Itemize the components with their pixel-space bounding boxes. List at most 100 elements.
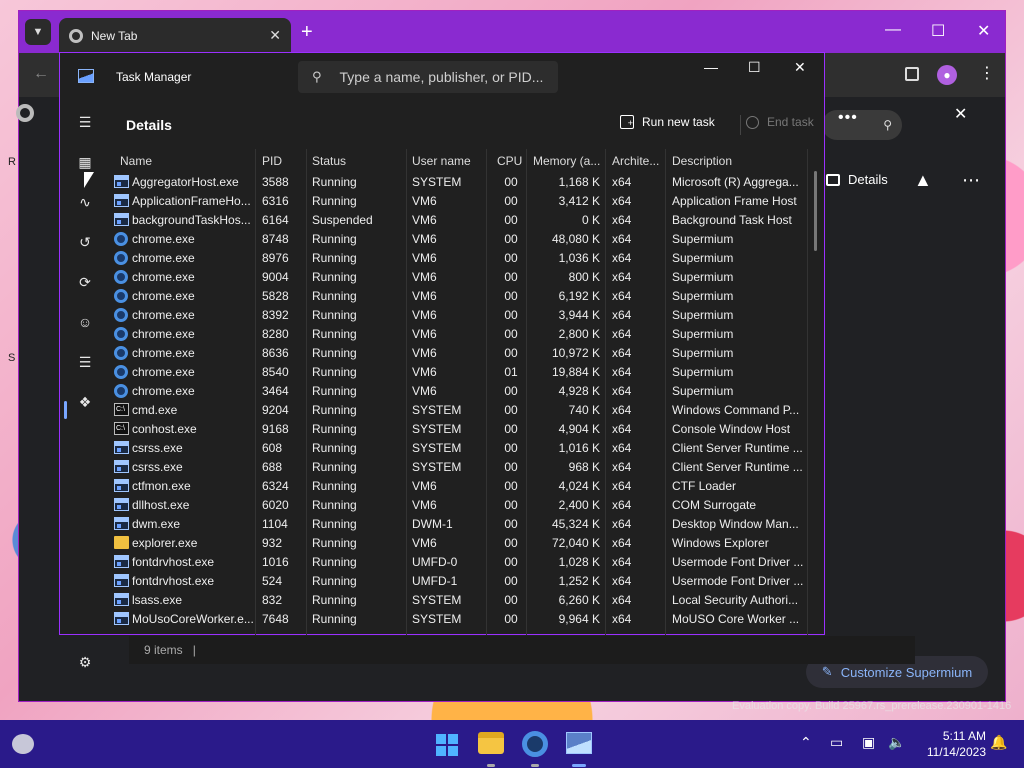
table-row[interactable]: backgroundTaskHos... 6164 Suspended VM6 00 0 … [110,211,810,230]
minimize-button[interactable]: — [885,21,901,39]
close-button[interactable]: ✕ [977,21,990,41]
side-panel-close-icon[interactable]: ✕ [954,104,967,124]
table-row[interactable]: ApplicationFrameHo... 6316 Running VM6 00 3,4… [110,192,810,211]
table-row[interactable]: chrome.exe 5828 Running VM6 00 6,192 K x64 Supe… [110,287,810,306]
table-row[interactable]: dllhost.exe 6020 Running VM6 00 2,400 K x64 COM… [110,496,810,515]
profile-avatar[interactable]: ● [937,65,957,85]
maximize-button[interactable]: ☐ [931,21,945,41]
table-row[interactable]: chrome.exe 8636 Running VM6 00 10,972 K x64 Sup… [110,344,810,363]
cell-desc: Console Window Host [672,422,791,436]
app-process-icon [114,555,129,568]
performance-nav-icon[interactable]: ∿ [72,189,98,215]
network-icon[interactable]: ▭ [830,734,843,751]
details-nav-icon[interactable]: ☰ [72,349,98,375]
col-header-cpu[interactable]: CPU [497,154,522,168]
tab-search-button[interactable]: ▼ [25,19,51,45]
cell-status: Running [312,327,357,341]
cell-mem: 2,800 K [558,327,600,341]
table-row[interactable]: MoUsoCoreWorker.e... 7648 Running SYSTEM 00 9… [110,610,810,629]
col-header-pid[interactable]: PID [262,154,282,168]
settings-gear-icon[interactable]: ⚙ [72,649,98,675]
file-explorer-icon[interactable] [478,732,504,754]
col-header-user[interactable]: User name [412,154,471,168]
col-header-desc[interactable]: Description [672,154,732,168]
table-row[interactable]: chrome.exe 8392 Running VM6 00 3,944 K x64 Supe… [110,306,810,325]
cell-mem: 4,904 K [558,422,600,436]
table-row[interactable]: chrome.exe 9004 Running VM6 00 800 K x64 Superm… [110,268,810,287]
hamburger-menu-icon[interactable]: ☰ [72,109,98,135]
cell-desc: Supermium [672,289,734,303]
vertical-scrollbar[interactable] [814,171,817,251]
users-nav-icon[interactable]: ☺ [72,309,98,335]
cell-name: fontdrvhost.exe [132,555,215,569]
cell-arch: x64 [612,175,632,189]
run-new-task-button[interactable]: + Run new task [620,115,715,129]
table-row[interactable]: C:\ cmd.exe 9204 Running SYSTEM 00 740 K x64 Win… [110,401,810,420]
table-row[interactable]: chrome.exe 8748 Running VM6 00 48,080 K x64 Sup… [110,230,810,249]
tm-close-button[interactable]: ✕ [794,59,806,76]
tm-minimize-button[interactable]: — [704,59,718,75]
end-task-button[interactable]: End task [746,115,814,129]
back-icon[interactable]: ← [33,65,49,83]
col-header-name[interactable]: Name [120,154,152,168]
col-header-status[interactable]: Status [312,154,346,168]
notification-bell-icon[interactable]: 🔔 [990,734,1007,751]
table-row[interactable]: chrome.exe 3464 Running VM6 00 4,928 K x64 Supe… [110,382,810,401]
startup-apps-nav-icon[interactable]: ⟳ [72,269,98,295]
col-header-memory[interactable]: Memory (a... [533,154,600,168]
table-row[interactable]: csrss.exe 688 Running SYSTEM 00 968 K x64 Clien… [110,458,810,477]
table-row[interactable]: lsass.exe 832 Running SYSTEM 00 6,260 K x64 Loc… [110,591,810,610]
tm-maximize-button[interactable]: ☐ [748,59,761,76]
cell-user: VM6 [412,479,437,493]
table-row[interactable]: AggregatorHost.exe 3588 Running SYSTEM 00 1,1… [110,173,810,192]
weather-widget-icon[interactable] [12,734,34,754]
labs-flask-icon[interactable]: ▲ [914,170,932,191]
extension-icon[interactable] [905,67,919,81]
cell-name: AggregatorHost.exe [132,175,239,189]
cell-desc: Application Frame Host [672,194,797,208]
table-row[interactable]: ctfmon.exe 6324 Running VM6 00 4,024 K x64 CTF … [110,477,810,496]
cell-name: chrome.exe [132,327,195,341]
tab-close-icon[interactable]: ✕ [269,27,281,44]
cell-user: SYSTEM [412,460,462,474]
apps-grid-icon[interactable]: ⋯ [962,170,980,191]
display-icon[interactable]: ▣ [862,734,875,751]
cell-mem: 1,252 K [558,574,600,588]
table-row[interactable]: fontdrvhost.exe 524 Running UMFD-1 00 1,252 K… [110,572,810,591]
table-row[interactable]: chrome.exe 8540 Running VM6 01 19,884 K x64 Sup… [110,363,810,382]
table-row[interactable]: fontdrvhost.exe 1016 Running UMFD-0 00 1,028 … [110,553,810,572]
supermium-taskbar-icon[interactable] [522,731,548,757]
table-row[interactable]: dwm.exe 1104 Running DWM-1 00 45,324 K x64 Desk… [110,515,810,534]
cell-arch: x64 [612,365,632,379]
tab-new-tab[interactable]: New Tab ✕ [59,18,291,53]
browser-menu-icon[interactable]: ⋮ [979,63,995,83]
table-row[interactable]: csrss.exe 608 Running SYSTEM 00 1,016 K x64 Cli… [110,439,810,458]
volume-muted-icon[interactable]: 🔈 [888,734,905,751]
table-row[interactable]: explorer.exe 932 Running VM6 00 72,040 K x64 Wi… [110,534,810,553]
services-nav-icon[interactable]: ❖ [72,389,98,415]
side-panel-details-tab[interactable]: Details [826,172,888,187]
table-row[interactable]: chrome.exe 8280 Running VM6 00 2,800 K x64 Supe… [110,325,810,344]
browser-titlebar: ▼ New Tab ✕ + — ☐ ✕ [19,11,1005,53]
cell-desc: Usermode Font Driver ... [672,555,804,569]
col-header-arch[interactable]: Archite... [612,154,659,168]
new-tab-button[interactable]: + [301,21,313,44]
task-manager-taskbar-icon[interactable] [566,732,592,754]
table-row[interactable]: C:\ conhost.exe 9168 Running SYSTEM 00 4,904 K… [110,420,810,439]
app-process-icon [114,460,129,473]
cell-name: chrome.exe [132,270,195,284]
show-hidden-icons-chevron-icon[interactable]: ⌃ [800,734,812,751]
start-button[interactable] [436,734,458,756]
side-panel-search[interactable]: ⚲ [822,110,902,140]
table-row[interactable]: chrome.exe 8976 Running VM6 00 1,036 K x64 Supe… [110,249,810,268]
more-options-icon[interactable]: ••• [838,109,858,127]
chrome-process-icon [114,346,128,360]
app-history-nav-icon[interactable]: ↺ [72,229,98,255]
taskbar-clock[interactable]: 5:11 AM 11/14/2023 [912,728,986,760]
status-bar: 9 items | [129,636,915,664]
cell-status: Running [312,403,357,417]
process-search-input[interactable]: ⚲ Type a name, publisher, or PID... [298,61,558,93]
cell-cpu: 00 [504,270,518,284]
cell-desc: Supermium [672,232,734,246]
cell-name: lsass.exe [132,593,183,607]
